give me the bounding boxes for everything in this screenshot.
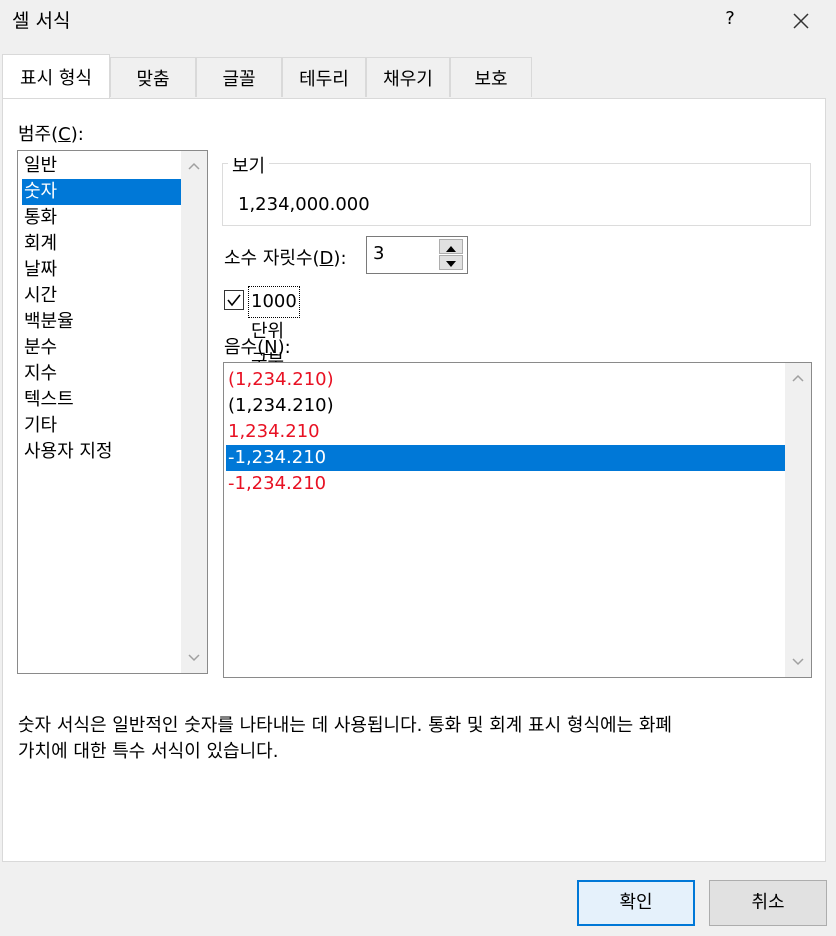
help-button[interactable]: ? [718,4,742,34]
format-description: 숫자 서식은 일반적인 숫자를 나타내는 데 사용됩니다. 통화 및 회계 표시… [18,713,808,765]
negative-format-item[interactable]: (1,234.210) [226,367,786,393]
scroll-up-icon[interactable] [181,153,207,179]
decimal-places-value[interactable]: 3 [373,243,384,264]
category-label: 범주(C): [18,124,84,145]
category-item-scientific[interactable]: 지수 [22,361,182,387]
negative-format-item-selected[interactable]: -1,234.210 [226,445,786,471]
negative-list-scrollbar[interactable] [785,363,811,677]
category-item-date[interactable]: 날짜 [22,257,182,283]
negative-format-item[interactable]: -1,234.210 [226,471,786,497]
decimal-places-stepper[interactable]: 3 [366,236,468,274]
scroll-up-icon[interactable] [785,365,811,391]
tab-border[interactable]: 테두리 [282,57,366,97]
category-item-general[interactable]: 일반 [22,153,182,179]
sample-legend: 보기 [228,152,270,178]
category-item-accounting[interactable]: 회계 [22,231,182,257]
description-line: 숫자 서식은 일반적인 숫자를 나타내는 데 사용됩니다. 통화 및 회계 표시… [18,715,672,736]
category-item-text[interactable]: 텍스트 [22,387,182,413]
checkmark-icon [227,294,241,307]
negative-numbers-list[interactable]: (1,234.210) (1,234.210) 1,234.210 -1,234… [223,362,812,678]
tab-number[interactable]: 표시 형식 [2,54,110,98]
close-icon [793,13,809,29]
category-list[interactable]: 일반 숫자 통화 회계 날짜 시간 백분율 분수 지수 텍스트 기타 사용자 지… [17,150,208,674]
triangle-up-icon [446,246,456,252]
negative-format-item[interactable]: (1,234.210) [226,393,786,419]
tab-font[interactable]: 글꼴 [196,57,282,97]
triangle-down-icon [446,261,456,267]
dialog-title: 셀 서식 [12,10,71,32]
cancel-button[interactable]: 취소 [709,880,827,926]
category-item-time[interactable]: 시간 [22,283,182,309]
decimal-places-label: 소수 자릿수(D): [224,248,347,269]
spin-up-button[interactable] [439,239,463,254]
ok-button[interactable]: 확인 [577,880,695,926]
category-scrollbar[interactable] [181,151,207,673]
category-item-custom[interactable]: 사용자 지정 [22,439,182,465]
scroll-down-icon[interactable] [181,645,207,671]
negative-numbers-label: 음수(N): [224,337,291,358]
tab-protection[interactable]: 보호 [450,57,532,97]
category-item-special[interactable]: 기타 [22,413,182,439]
category-item-currency[interactable]: 통화 [22,205,182,231]
thousands-separator-checkbox[interactable] [224,290,244,310]
thousands-separator-label[interactable]: 1000 단위 구분 기호(,) 사용(U) [248,286,300,462]
spin-down-button[interactable] [439,255,463,270]
tab-fill[interactable]: 채우기 [366,57,450,97]
description-line: 가치에 대한 특수 서식이 있습니다. [18,741,279,762]
scroll-down-icon[interactable] [785,649,811,675]
category-item-number[interactable]: 숫자 [22,179,182,205]
close-button[interactable] [786,6,816,36]
category-item-percentage[interactable]: 백분율 [22,309,182,335]
category-item-fraction[interactable]: 분수 [22,335,182,361]
sample-value: 1,234,000.000 [238,194,370,215]
tab-alignment[interactable]: 맞춤 [110,57,196,97]
negative-format-item[interactable]: 1,234.210 [226,419,786,445]
